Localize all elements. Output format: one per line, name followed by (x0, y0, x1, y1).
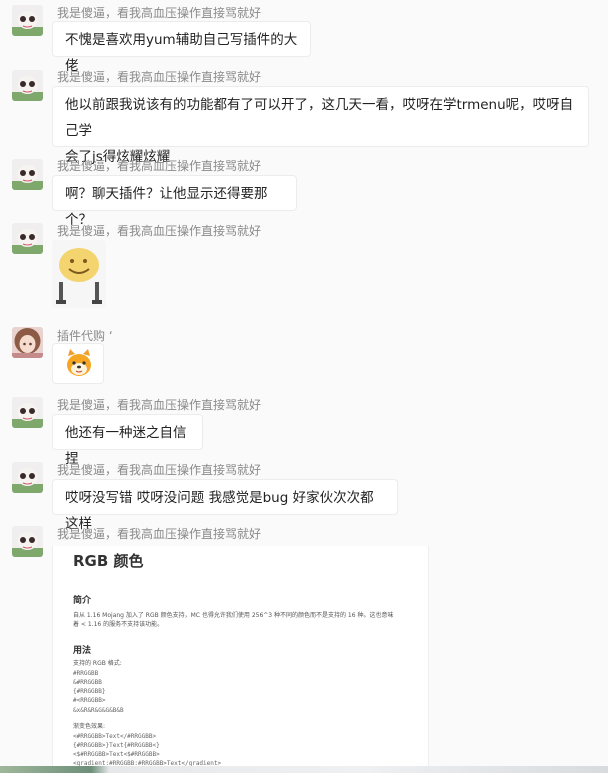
dog-emoji-sticker[interactable] (52, 343, 104, 384)
doc-paragraph: 着 < 1.16 的服务不支持该功能。 (73, 621, 164, 628)
sender-name: 我是傻逼，看我高血压操作直接骂就好 (57, 527, 262, 541)
doc-code-line: <#RRGGBB>Text</#RRGGBB> (73, 733, 157, 740)
sender-name: 我是傻逼，看我高血压操作直接骂就好 (57, 463, 262, 477)
message-bubble[interactable]: 他以前跟我说该有的功能都有了可以开了，这几天一看，哎呀在学trmenu呢，哎呀自… (52, 86, 589, 165)
sender-name: 我是傻逼，看我高血压操作直接骂就好 (57, 224, 262, 238)
sender-name: 我是傻逼，看我高血压操作直接骂就好 (57, 70, 262, 84)
message-bubble[interactable]: 啊？聊天插件？让他显示还得要那个？ (52, 175, 297, 228)
avatar[interactable] (12, 159, 43, 190)
taskbar-edge (0, 766, 608, 773)
doc-paragraph: 自从 1.16 Mojang 加入了 RGB 颜色支持，MC 也得允许我们使用 … (73, 612, 394, 619)
message-bubble[interactable]: 他还有一种迷之自信捏 (52, 414, 203, 467)
sender-name: 我是傻逼，看我高血压操作直接骂就好 (57, 159, 262, 173)
avatar[interactable] (12, 327, 43, 358)
doc-code-line: &#RRGGBB (73, 679, 102, 686)
doc-code-line: {#RRGGBB>}Text{#RRGGBB<} (73, 742, 160, 749)
doc-section-heading: 用法 (73, 646, 92, 656)
doc-title: RGB 颜色 (73, 552, 144, 570)
avatar[interactable] (12, 462, 43, 493)
message-line: 他以前跟我说该有的功能都有了可以开了，这几天一看，哎呀在学trmenu呢，哎呀自… (65, 97, 574, 139)
doc-label: 支持的 RGB 格式: (73, 660, 122, 667)
sender-name: 插件代购 ‘ (57, 329, 113, 343)
avatar[interactable] (12, 526, 43, 557)
avatar[interactable] (12, 223, 43, 254)
message-bubble[interactable]: 不愧是喜欢用yum辅助自己写插件的大佬 (52, 21, 311, 74)
doc-code-line: #RRGGBB (73, 670, 99, 677)
document-image[interactable]: RGB 颜色 简介 自从 1.16 Mojang 加入了 RGB 颜色支持，MC… (52, 546, 429, 773)
avatar[interactable] (12, 5, 43, 36)
doc-section-heading: 简介 (73, 596, 92, 606)
smiley-face-sticker[interactable] (52, 240, 106, 308)
avatar[interactable] (12, 70, 43, 101)
doc-code-line: {#RRGGBB} (73, 688, 106, 695)
sender-name: 我是傻逼，看我高血压操作直接骂就好 (57, 6, 262, 20)
sender-name: 我是傻逼，看我高血压操作直接骂就好 (57, 398, 262, 412)
doc-code-line: <$#RRGGBB>Text<$#RRGGBB> (73, 751, 160, 758)
message-bubble[interactable]: 哎呀没写错 哎呀没问题 我感觉是bug 好家伙次次都这样 (52, 479, 398, 532)
doc-label: 渐变色效果: (73, 723, 106, 730)
doc-code-line: &x&R&R&G&G&B&B (73, 707, 124, 714)
doc-code-line: #<RRGGBB> (73, 697, 106, 704)
avatar[interactable] (12, 397, 43, 428)
